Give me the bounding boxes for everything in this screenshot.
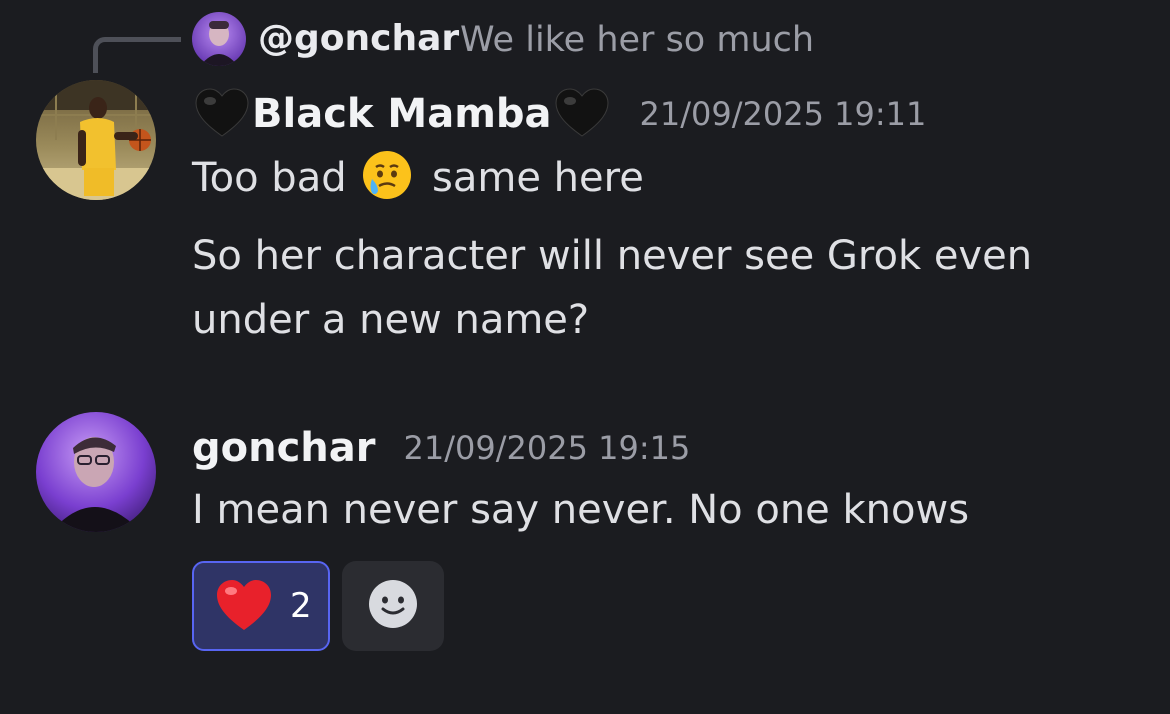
author-name[interactable]: Black Mamba (252, 84, 552, 144)
face-holding-back-tears-icon (361, 149, 413, 201)
reply-preview-text[interactable]: We like her so much (460, 15, 814, 65)
message-text: So her character will never see Grok eve… (192, 233, 1033, 279)
reaction-count: 2 (290, 586, 312, 626)
author-name[interactable]: gonchar (192, 418, 376, 478)
message-header: gonchar 21/09/2025 19:15 (192, 418, 690, 478)
message-timestamp[interactable]: 21/09/2025 19:15 (404, 418, 691, 478)
message-timestamp[interactable]: 21/09/2025 19:11 (640, 84, 927, 144)
reply-avatar[interactable] (192, 12, 246, 66)
reply-author[interactable]: @gonchar (258, 14, 459, 64)
message-header: Black Mamba 21/09/2025 19:11 (192, 84, 926, 144)
message-line: Too bad same here (192, 146, 644, 210)
reply-connector (93, 37, 181, 73)
reaction-red-heart[interactable]: 2 (192, 561, 330, 651)
add-reaction-button[interactable] (342, 561, 444, 651)
message-text: Too bad (192, 155, 347, 201)
black-heart-icon (192, 84, 252, 144)
red-heart-icon (214, 576, 274, 636)
message-text: I mean never say never. No one knows (192, 487, 970, 533)
avatar-black-mamba[interactable] (36, 80, 156, 200)
message-text: same here (432, 155, 644, 201)
black-heart-icon (552, 84, 612, 144)
avatar-gonchar[interactable] (36, 412, 156, 532)
smiley-icon (367, 578, 419, 634)
message-text: under a new name? (192, 297, 590, 343)
